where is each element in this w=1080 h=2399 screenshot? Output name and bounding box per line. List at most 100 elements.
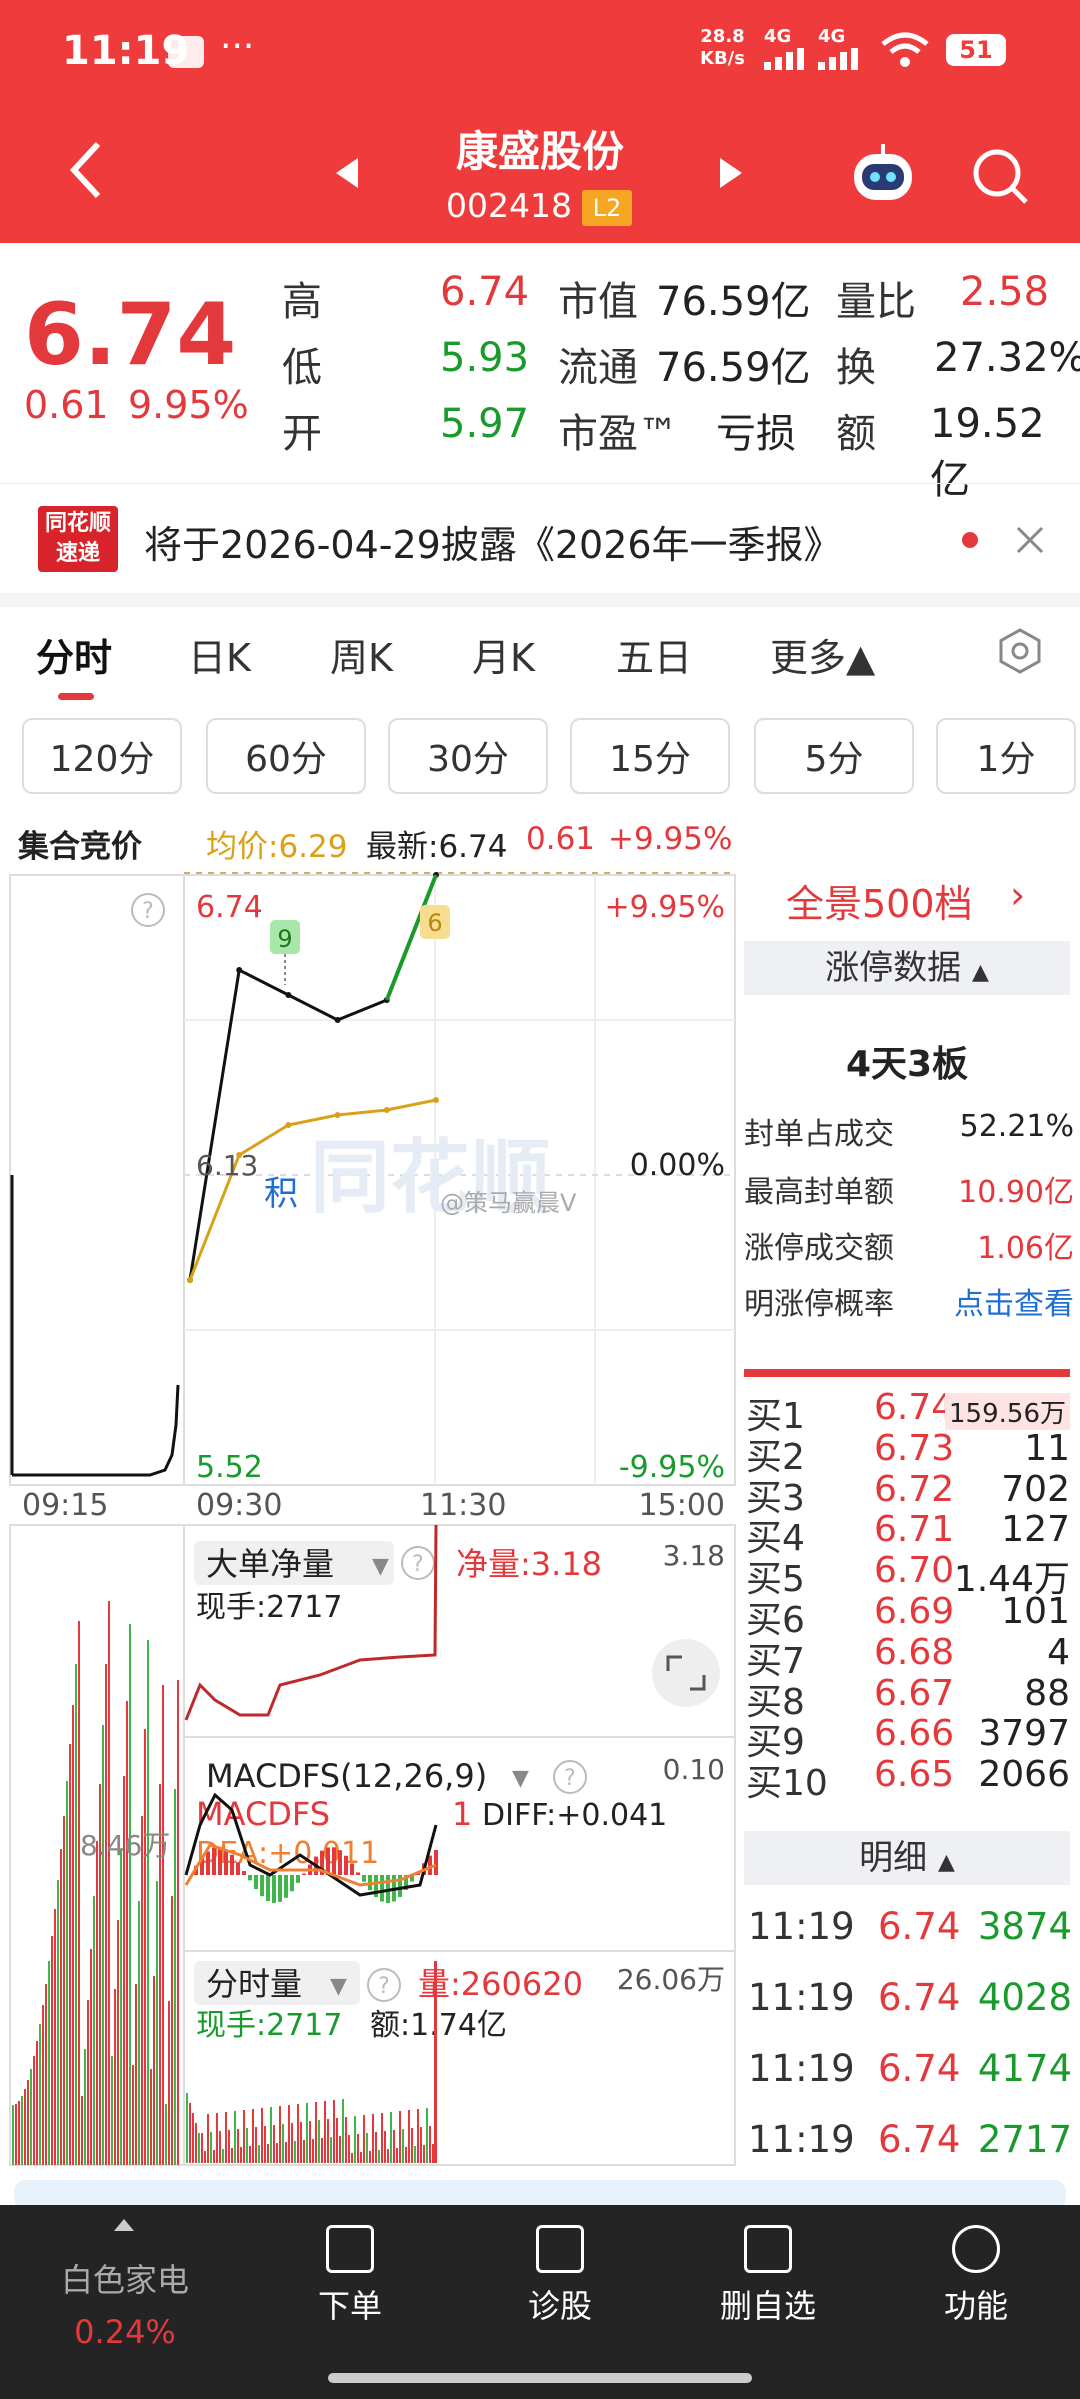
mktcap-label: 市值 bbox=[558, 279, 638, 325]
volume-bar bbox=[192, 2113, 194, 2163]
low-label: 低 bbox=[282, 345, 322, 391]
close-icon[interactable] bbox=[1014, 524, 1046, 556]
trade-volume: 2717 bbox=[977, 2118, 1072, 2161]
tab-monthly-k[interactable]: 月K bbox=[472, 627, 535, 682]
volume-bar bbox=[366, 2133, 368, 2163]
bid-divider bbox=[744, 1369, 1070, 1377]
volume-bar bbox=[333, 2100, 335, 2163]
period-15min[interactable]: 15分 bbox=[570, 718, 730, 794]
volume-bar bbox=[429, 2126, 431, 2163]
period-5min[interactable]: 5分 bbox=[754, 718, 914, 794]
panorama-500-link[interactable]: 全景500档 bbox=[786, 873, 973, 928]
volume-bar bbox=[393, 2130, 395, 2163]
period-60min[interactable]: 60分 bbox=[206, 718, 366, 794]
float-value: 76.59亿 bbox=[656, 345, 811, 391]
bid-price: 6.67 bbox=[874, 1672, 955, 1714]
auction-volume-bar bbox=[141, 1816, 143, 2165]
bid-price: 6.73 bbox=[874, 1427, 955, 1469]
svg-text:▼: ▼ bbox=[330, 1974, 347, 1999]
sector-name[interactable]: 白色家电 bbox=[40, 2255, 210, 2301]
period-120min[interactable]: 120分 bbox=[22, 718, 182, 794]
svg-text:▼: ▼ bbox=[512, 1766, 529, 1791]
bid-row: 买9 6.66 3797 bbox=[744, 1713, 1074, 1763]
volume-bar bbox=[219, 2131, 221, 2163]
auction-volume-bar bbox=[48, 1961, 50, 2165]
trade-row: 11:19 6.74 3874 bbox=[748, 1905, 1072, 1965]
auction-volume-bar bbox=[45, 1984, 47, 2165]
prev-stock-icon[interactable] bbox=[334, 156, 360, 190]
nav-remove-watchlist[interactable]: 删自选 bbox=[688, 2225, 848, 2327]
trade-time: 11:19 bbox=[748, 1905, 855, 1948]
svg-text:额:1.74亿: 额:1.74亿 bbox=[370, 2008, 507, 2043]
chart-low-price: 5.52 bbox=[196, 1450, 263, 1485]
volume-bar bbox=[363, 2115, 365, 2163]
volume-bar bbox=[303, 2140, 305, 2163]
trade-volume: 4028 bbox=[977, 1976, 1072, 2019]
next-stock-icon[interactable] bbox=[718, 156, 744, 190]
auction-volume-bar bbox=[162, 1685, 164, 2165]
volume-bar bbox=[243, 2110, 245, 2163]
tab-daily-k[interactable]: 日K bbox=[188, 627, 251, 682]
bid-price: 6.68 bbox=[874, 1631, 955, 1673]
period-30min[interactable]: 30分 bbox=[388, 718, 548, 794]
notice-bar[interactable]: 同花顺 速递 将于2026-04-29披露《2026年一季报》 bbox=[0, 483, 1080, 593]
volume-bar bbox=[207, 2114, 209, 2163]
status-dots: ··· bbox=[220, 26, 255, 67]
auction-volume-bar bbox=[54, 1909, 56, 2165]
limit-prob-link[interactable]: 点击查看 bbox=[954, 1279, 1074, 1323]
auction-volume-bar bbox=[171, 1896, 173, 2165]
nav-functions[interactable]: 功能 bbox=[896, 2225, 1056, 2327]
volume-bar bbox=[210, 2132, 212, 2163]
svg-text:3.18: 3.18 bbox=[663, 1539, 725, 1572]
tab-intraday[interactable]: 分时 bbox=[36, 627, 112, 682]
indicator-volume: 分时量 ▼ ? 量:260620 26.06万 现手:2717 额:1.74亿 bbox=[186, 1961, 725, 2163]
stock-name: 康盛股份 bbox=[455, 127, 624, 176]
auction-volume-bar bbox=[66, 1781, 68, 2165]
nav-diagnose[interactable]: 诊股 bbox=[480, 2225, 640, 2327]
limit-data-toggle[interactable]: 涨停数据 ▲ bbox=[744, 941, 1070, 995]
search-icon[interactable] bbox=[970, 146, 1030, 206]
bid-volume: 11 bbox=[1024, 1427, 1070, 1469]
volume-bar bbox=[321, 2138, 323, 2163]
volume-bar bbox=[204, 2151, 206, 2163]
seal-ratio-label: 封单占成交 bbox=[744, 1117, 894, 1152]
trade-row: 11:19 6.74 4028 bbox=[748, 1976, 1072, 2036]
volume-bar bbox=[434, 1961, 437, 2163]
intraday-chart-area[interactable]: 9 6 积 同花顺 @策马赢晨V 6.74 +9.95% 6.13 0.00% … bbox=[0, 865, 740, 2170]
bid-row: 买6 6.69 101 bbox=[744, 1591, 1074, 1641]
price-point bbox=[236, 967, 243, 973]
detail-toggle[interactable]: 明细 ▲ bbox=[744, 1831, 1070, 1885]
trade-volume: 3874 bbox=[977, 1905, 1072, 1948]
auction-label: 集合竞价 bbox=[18, 829, 142, 865]
back-icon[interactable] bbox=[66, 140, 106, 200]
bid-row: 买10 6.65 2066 bbox=[744, 1754, 1074, 1804]
chart-settings-icon[interactable] bbox=[996, 627, 1044, 675]
period-1min[interactable]: 1分 bbox=[936, 718, 1076, 794]
low-value: 5.93 bbox=[440, 335, 530, 381]
avg-price-point bbox=[187, 1277, 193, 1283]
auction-volume-bar bbox=[63, 1816, 65, 2165]
nav-order[interactable]: 下单 bbox=[270, 2225, 430, 2327]
svg-text:净量:3.18: 净量:3.18 bbox=[456, 1545, 602, 1583]
limit-badge-9: 9 bbox=[270, 920, 300, 985]
tab-weekly-k[interactable]: 周K bbox=[330, 627, 393, 682]
tab-more[interactable]: 更多▲ bbox=[770, 627, 875, 682]
intraday-chart[interactable]: 9 6 积 同花顺 @策马赢晨V 6.74 +9.95% 6.13 0.00% … bbox=[0, 865, 740, 2170]
tab-five-day[interactable]: 五日 bbox=[616, 627, 692, 682]
robot-assistant-icon[interactable] bbox=[850, 142, 916, 204]
order-book-panel: 全景500档 › 涨停数据 ▲ 4天3板 封单占成交 52.21% 最高封单额 … bbox=[740, 865, 1080, 2170]
macd-bar bbox=[242, 1871, 246, 1875]
volume-bar bbox=[195, 2123, 197, 2163]
macd-bar bbox=[302, 1873, 306, 1875]
trade-price: 6.74 bbox=[878, 2118, 961, 2161]
trade-price: 6.74 bbox=[878, 2047, 961, 2090]
float-label: 流通 bbox=[558, 345, 638, 391]
chevron-right-icon[interactable]: › bbox=[1010, 873, 1025, 917]
volume-bar bbox=[246, 2128, 248, 2163]
latest-pct: +9.95% bbox=[608, 821, 733, 857]
svg-text:?: ? bbox=[142, 899, 154, 924]
bid-volume: 88 bbox=[1024, 1672, 1070, 1714]
macd-bar bbox=[224, 1849, 228, 1875]
auction-volume-label: 8.46万 bbox=[80, 1829, 170, 1862]
volume-bar bbox=[402, 2129, 404, 2163]
